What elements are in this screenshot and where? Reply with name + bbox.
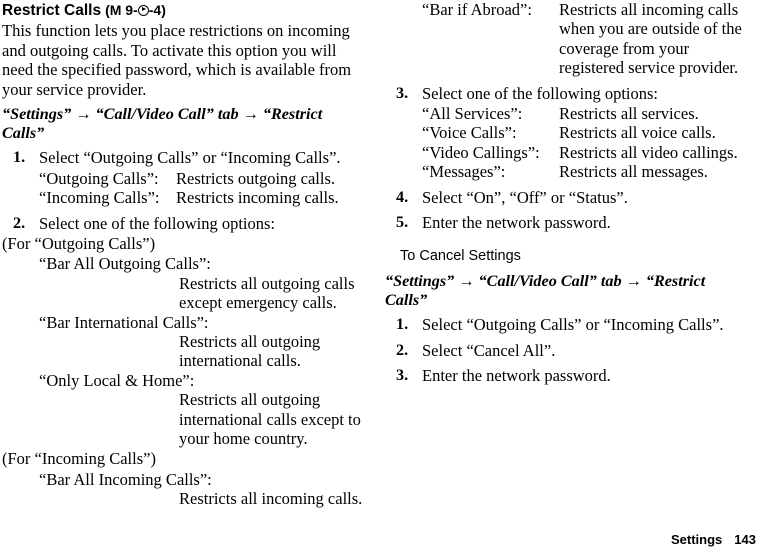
cancel-breadcrumb: “Settings” → “Call/Video Call” tab → “Re… xyxy=(385,272,755,309)
definition-term: “Bar All Incoming Calls”: xyxy=(39,469,212,489)
step-number: 2. xyxy=(13,213,26,232)
breadcrumb-arrow-1: → xyxy=(458,272,475,291)
step-4: 4. Select “On”, “Off” or “Status”. xyxy=(385,188,755,207)
step-number: 3. xyxy=(396,366,409,385)
breadcrumb-arrow-1: → xyxy=(75,105,92,124)
step-text: Enter the network password. xyxy=(422,366,611,386)
cancel-step-2: 2. Select “Cancel All”. xyxy=(385,341,755,360)
step-number: 5. xyxy=(396,213,409,232)
incoming-options-list-part1: “Bar All Incoming Calls”: Restricts all … xyxy=(2,470,372,509)
breadcrumb-part-2: “Call/Video Call” tab xyxy=(95,105,239,124)
breadcrumb-arrow-2: → xyxy=(242,105,259,124)
definition-description: Restricts all services. xyxy=(559,104,699,124)
definition-term: “Only Local & Home”: xyxy=(39,370,195,390)
definition-term: “Incoming Calls”: xyxy=(39,188,160,208)
definition-term: “Bar if Abroad”: xyxy=(422,0,532,19)
definition-row: “Video Callings”: Restricts all video cal… xyxy=(385,143,755,162)
definition-term: “Messages”: xyxy=(422,162,506,182)
cancel-step-3: 3. Enter the network password. xyxy=(385,366,755,385)
incoming-options-list-part2: “Bar if Abroad”: Restricts all incoming c… xyxy=(385,0,755,78)
definition-term: “Bar International Calls”: xyxy=(39,312,209,332)
definition-description: Restricts all outgoing calls except emer… xyxy=(179,273,355,313)
page-title: Restrict Calls (M 9- -4) xyxy=(2,1,372,20)
step-text: Select “Outgoing Calls” or “Incoming Cal… xyxy=(422,315,724,335)
definition-term: “Video Callings”: xyxy=(422,142,540,162)
breadcrumb-part-1: “Settings” xyxy=(2,105,72,124)
for-incoming-calls-label: (For “Incoming Calls”) xyxy=(2,449,156,469)
step-text: Select “Outgoing Calls” or “Incoming Cal… xyxy=(39,148,341,168)
definition-description: Restricts all incoming calls. xyxy=(179,489,363,509)
navigation-key-right-icon xyxy=(137,5,149,16)
definition-description: Restricts all messages. xyxy=(559,162,708,182)
definition-term: “Bar All Outgoing Calls”: xyxy=(39,254,211,274)
step-number: 4. xyxy=(396,187,409,206)
definition-row: “Only Local & Home”: Restricts all outgo… xyxy=(2,371,372,449)
definition-term: “All Services”: xyxy=(422,104,523,124)
cancel-settings-heading: To Cancel Settings xyxy=(400,248,521,265)
definition-row: “Incoming Calls”: Restricts incoming call… xyxy=(2,188,372,207)
definition-row: “Bar All Outgoing Calls”: Restricts all … xyxy=(2,254,372,312)
definition-term: “Outgoing Calls”: xyxy=(39,168,159,188)
step-3: 3. Select one of the following options: xyxy=(385,84,755,103)
left-column: Restrict Calls (M 9- -4) This function let… xyxy=(2,0,372,509)
step-number: 3. xyxy=(396,83,409,102)
footer-page-number: 143 xyxy=(734,532,756,547)
step-text: Enter the network password. xyxy=(422,213,611,233)
step-text: Select one of the following options: xyxy=(422,83,659,103)
definition-row: “Bar if Abroad”: Restricts all incoming c… xyxy=(385,0,755,78)
for-outgoing-calls-label: (For “Outgoing Calls”) xyxy=(2,234,156,253)
step-5: 5. Enter the network password. xyxy=(385,213,755,232)
key-reference-prefix: (M 9- xyxy=(105,2,138,18)
definition-row: “All Services”: Restricts all services. xyxy=(385,104,755,123)
cancel-step-1: 1. Select “Outgoing Calls” or “Incoming C… xyxy=(385,315,755,334)
step-1: 1. Select “Outgoing Calls” or “Incoming C… xyxy=(2,148,372,167)
step-text: Select “Cancel All”. xyxy=(422,340,556,360)
call-direction-definition-list: “Outgoing Calls”: Restricts outgoing call… xyxy=(2,169,372,208)
key-reference: (M 9- -4) xyxy=(101,2,166,18)
definition-row: “Outgoing Calls”: Restricts outgoing call… xyxy=(2,169,372,188)
step-number: 1. xyxy=(396,315,409,334)
definition-description: Restricts all outgoing international cal… xyxy=(179,390,361,449)
definition-description: Restricts outgoing calls. xyxy=(176,168,336,188)
definition-description: Restricts all voice calls. xyxy=(559,123,716,143)
definition-description: Restricts all outgoing international cal… xyxy=(179,332,321,371)
step-number: 2. xyxy=(396,340,409,359)
definition-term: “Voice Calls”: xyxy=(422,123,517,143)
definition-row: “Messages”: Restricts all messages. xyxy=(385,162,755,181)
manual-page: Restrict Calls (M 9- -4) This function let… xyxy=(0,0,766,553)
step-number: 1. xyxy=(13,148,26,167)
key-reference-suffix: -4) xyxy=(148,2,166,18)
definition-description: Restricts all video callings. xyxy=(559,142,738,162)
service-options-list: “All Services”: Restricts all services. “… xyxy=(385,104,755,182)
definition-description: Restricts incoming calls. xyxy=(176,188,339,208)
definition-row: “Bar International Calls”: Restricts all… xyxy=(2,313,372,371)
breadcrumb: “Settings” → “Call/Video Call” tab → “Re… xyxy=(2,105,372,142)
definition-description: Restricts all incoming calls when you ar… xyxy=(559,0,742,78)
step-2: 2. Select one of the following options: xyxy=(2,214,372,233)
intro-paragraph: This function lets you place restriction… xyxy=(2,21,352,99)
right-column: “Bar if Abroad”: Restricts all incoming c… xyxy=(385,0,755,386)
breadcrumb-part-2: “Call/Video Call” tab xyxy=(478,272,622,291)
footer-section-name: Settings xyxy=(671,532,723,547)
page-footer: Settings 143 xyxy=(0,532,756,548)
step-text: Select “On”, “Off” or “Status”. xyxy=(422,187,628,207)
outgoing-options-list: “Bar All Outgoing Calls”: Restricts all … xyxy=(2,254,372,448)
breadcrumb-part-1: “Settings” xyxy=(385,272,455,291)
breadcrumb-arrow-2: → xyxy=(625,272,642,291)
definition-row: “Voice Calls”: Restricts all voice calls. xyxy=(385,123,755,142)
page-title-text: Restrict Calls xyxy=(2,2,102,19)
step-text: Select one of the following options: xyxy=(39,213,276,233)
definition-row: “Bar All Incoming Calls”: Restricts all … xyxy=(2,470,372,509)
